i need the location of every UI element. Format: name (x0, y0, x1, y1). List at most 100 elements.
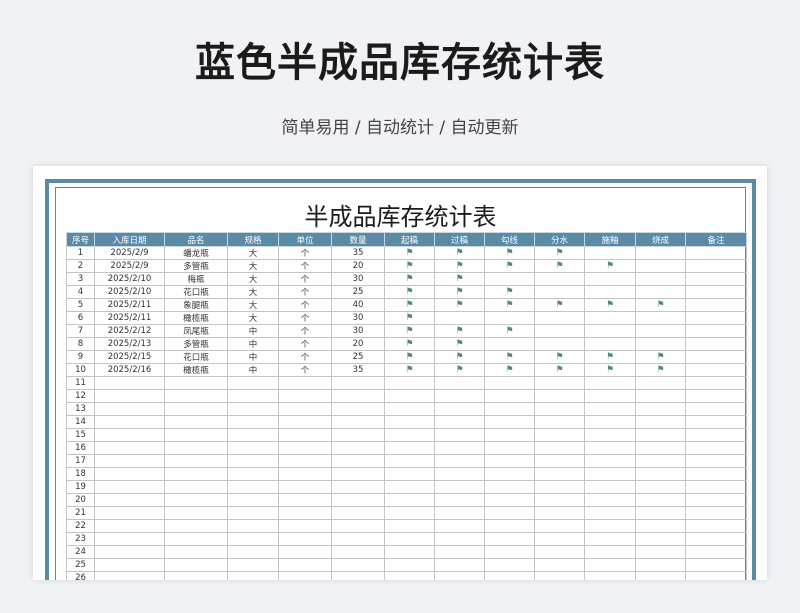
table-cell[interactable]: 18 (66, 467, 95, 481)
table-cell[interactable] (484, 480, 535, 494)
table-cell[interactable] (94, 532, 165, 546)
table-cell[interactable] (227, 545, 279, 559)
table-cell[interactable]: 个 (278, 350, 332, 364)
table-cell[interactable] (685, 480, 747, 494)
table-cell[interactable]: ⚑ (384, 259, 435, 273)
table-cell[interactable] (227, 558, 279, 572)
table-cell[interactable]: 个 (278, 298, 332, 312)
table-cell[interactable]: ⚑ (635, 350, 686, 364)
table-cell[interactable] (685, 441, 747, 455)
table-cell[interactable]: 个 (278, 246, 332, 260)
table-cell[interactable] (584, 246, 636, 260)
table-cell[interactable] (434, 467, 485, 481)
table-cell[interactable]: ⚑ (434, 298, 485, 312)
table-cell[interactable]: 多管瓶 (164, 259, 228, 273)
table-cell[interactable] (434, 558, 485, 572)
table-cell[interactable] (534, 376, 585, 390)
table-cell[interactable] (278, 519, 332, 533)
table-cell[interactable] (94, 376, 165, 390)
table-cell[interactable] (434, 389, 485, 403)
table-cell[interactable] (685, 311, 747, 325)
table-cell[interactable]: ⚑ (635, 363, 686, 377)
table-cell[interactable]: ⚑ (584, 350, 636, 364)
table-cell[interactable] (534, 441, 585, 455)
table-cell[interactable] (635, 285, 686, 299)
table-cell[interactable] (484, 272, 535, 286)
table-cell[interactable]: 大 (227, 272, 279, 286)
table-cell[interactable] (94, 454, 165, 468)
table-cell[interactable]: 15 (66, 428, 95, 442)
table-cell[interactable] (278, 454, 332, 468)
table-cell[interactable]: 大 (227, 298, 279, 312)
table-cell[interactable] (685, 337, 747, 351)
table-cell[interactable] (94, 493, 165, 507)
table-cell[interactable]: 2 (66, 259, 95, 273)
table-cell[interactable] (434, 441, 485, 455)
table-cell[interactable] (384, 519, 435, 533)
table-cell[interactable] (227, 467, 279, 481)
table-cell[interactable] (331, 480, 385, 494)
table-cell[interactable] (227, 441, 279, 455)
table-cell[interactable]: 象腿瓶 (164, 298, 228, 312)
table-cell[interactable] (164, 506, 228, 520)
table-cell[interactable] (434, 376, 485, 390)
table-cell[interactable] (94, 415, 165, 429)
table-cell[interactable]: ⚑ (434, 337, 485, 351)
table-cell[interactable] (534, 519, 585, 533)
table-cell[interactable] (384, 532, 435, 546)
table-cell[interactable] (635, 545, 686, 559)
table-cell[interactable]: 5 (66, 298, 95, 312)
table-cell[interactable] (94, 389, 165, 403)
table-cell[interactable]: 35 (331, 246, 385, 260)
table-cell[interactable]: ⚑ (584, 298, 636, 312)
table-cell[interactable] (278, 467, 332, 481)
table-cell[interactable]: 2025/2/16 (94, 363, 165, 377)
table-cell[interactable] (635, 571, 686, 580)
table-cell[interactable] (331, 415, 385, 429)
table-cell[interactable] (434, 480, 485, 494)
table-cell[interactable]: ⚑ (434, 285, 485, 299)
table-cell[interactable] (685, 428, 747, 442)
table-cell[interactable] (484, 415, 535, 429)
table-cell[interactable]: 8 (66, 337, 95, 351)
table-cell[interactable] (685, 467, 747, 481)
table-cell[interactable]: ⚑ (434, 324, 485, 338)
table-cell[interactable] (227, 519, 279, 533)
table-cell[interactable] (484, 337, 535, 351)
table-cell[interactable] (484, 558, 535, 572)
table-cell[interactable] (331, 519, 385, 533)
table-cell[interactable] (331, 493, 385, 507)
table-cell[interactable]: ⚑ (534, 350, 585, 364)
table-cell[interactable]: ⚑ (434, 272, 485, 286)
table-cell[interactable] (331, 441, 385, 455)
table-cell[interactable] (278, 415, 332, 429)
table-cell[interactable] (484, 571, 535, 580)
table-cell[interactable]: 2025/2/15 (94, 350, 165, 364)
table-cell[interactable] (534, 467, 585, 481)
table-cell[interactable] (685, 454, 747, 468)
table-cell[interactable] (685, 285, 747, 299)
table-cell[interactable]: ⚑ (434, 259, 485, 273)
table-cell[interactable]: 2025/2/9 (94, 246, 165, 260)
table-cell[interactable]: 2025/2/13 (94, 337, 165, 351)
table-cell[interactable] (278, 441, 332, 455)
table-cell[interactable] (227, 532, 279, 546)
table-cell[interactable] (384, 415, 435, 429)
table-cell[interactable] (534, 454, 585, 468)
table-cell[interactable] (534, 415, 585, 429)
table-cell[interactable] (685, 350, 747, 364)
table-cell[interactable]: 2025/2/9 (94, 259, 165, 273)
table-cell[interactable] (534, 402, 585, 416)
table-cell[interactable] (384, 480, 435, 494)
table-cell[interactable]: 1 (66, 246, 95, 260)
table-cell[interactable]: 个 (278, 285, 332, 299)
table-cell[interactable]: ⚑ (434, 350, 485, 364)
table-cell[interactable] (685, 558, 747, 572)
table-cell[interactable] (534, 558, 585, 572)
table-cell[interactable] (278, 493, 332, 507)
table-cell[interactable] (384, 545, 435, 559)
table-cell[interactable] (484, 376, 535, 390)
table-cell[interactable]: 22 (66, 519, 95, 533)
table-cell[interactable] (278, 389, 332, 403)
table-cell[interactable]: 30 (331, 272, 385, 286)
